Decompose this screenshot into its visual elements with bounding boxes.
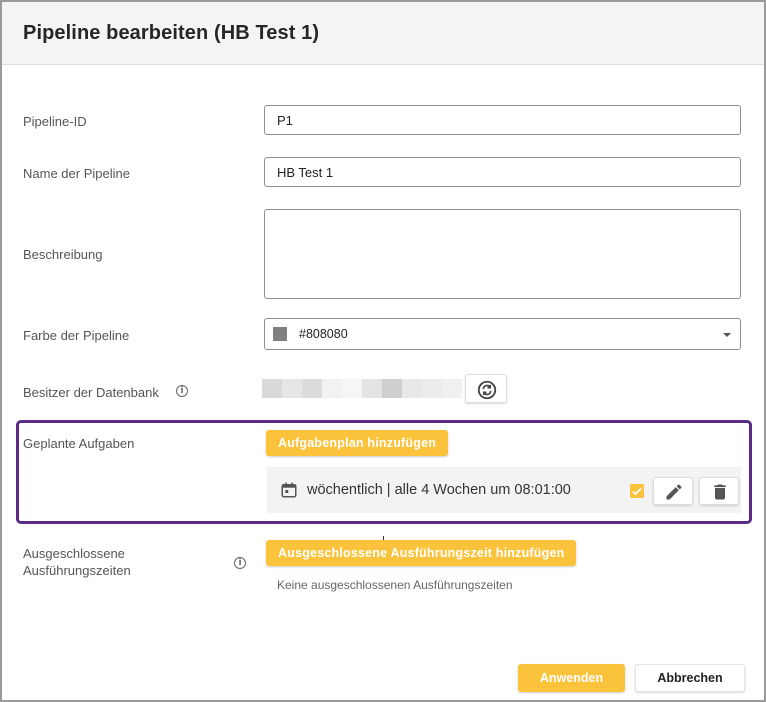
pipeline-name-label: Name der Pipeline — [23, 166, 130, 181]
pipeline-color-select[interactable]: #808080 — [264, 318, 741, 350]
cancel-button[interactable]: Abbrechen — [635, 664, 745, 692]
scheduled-tasks-label: Geplante Aufgaben — [23, 436, 135, 451]
schedule-enabled-checkbox[interactable] — [630, 484, 644, 498]
schedule-description: wöchentlich | alle 4 Wochen um 08:01:00 — [307, 482, 571, 498]
refresh-icon — [477, 380, 497, 400]
dialog-title: Pipeline bearbeiten (HB Test 1) — [23, 22, 320, 44]
pipeline-color-label: Farbe der Pipeline — [23, 328, 130, 343]
refresh-owner-button[interactable] — [465, 374, 507, 403]
database-owner-label: Besitzer der Datenbank — [23, 385, 159, 400]
calendar-icon — [281, 482, 297, 498]
pipeline-name-input[interactable] — [264, 157, 741, 187]
excluded-times-label-line2: Ausführungszeiten — [23, 563, 131, 578]
description-textarea[interactable] — [264, 209, 741, 299]
add-schedule-button[interactable]: Aufgabenplan hinzufügen — [266, 430, 449, 456]
chevron-down-icon — [723, 333, 731, 337]
pipeline-id-input[interactable] — [264, 105, 741, 135]
apply-button[interactable]: Anwenden — [518, 664, 625, 692]
schedule-list-item: wöchentlich | alle 4 Wochen um 08:01:00 — [267, 467, 741, 513]
description-label: Beschreibung — [23, 247, 103, 262]
excluded-times-label-line1: Ausgeschlossene — [23, 546, 125, 561]
owner-value-redacted — [262, 379, 462, 398]
edit-schedule-button[interactable] — [653, 477, 693, 505]
check-icon — [632, 487, 642, 496]
info-icon[interactable]: i — [234, 557, 246, 569]
excluded-times-empty-text: Keine ausgeschlossenen Ausführungszeiten — [277, 578, 513, 592]
pipeline-id-label: Pipeline-ID — [23, 114, 87, 129]
dialog-header: Pipeline bearbeiten (HB Test 1) — [2, 2, 764, 65]
trash-icon — [714, 484, 726, 500]
pencil-icon — [666, 484, 682, 500]
color-swatch — [273, 327, 287, 341]
excluded-times-label: Ausgeschlossene Ausführungszeiten — [23, 545, 131, 579]
color-value: #808080 — [299, 327, 348, 341]
info-icon[interactable]: i — [176, 385, 188, 397]
delete-schedule-button[interactable] — [699, 477, 739, 505]
add-excluded-time-button[interactable]: Ausgeschlossene Ausführungszeit hinzufüg… — [266, 540, 577, 566]
edit-pipeline-dialog: Pipeline bearbeiten (HB Test 1) Pipeline… — [0, 0, 766, 702]
